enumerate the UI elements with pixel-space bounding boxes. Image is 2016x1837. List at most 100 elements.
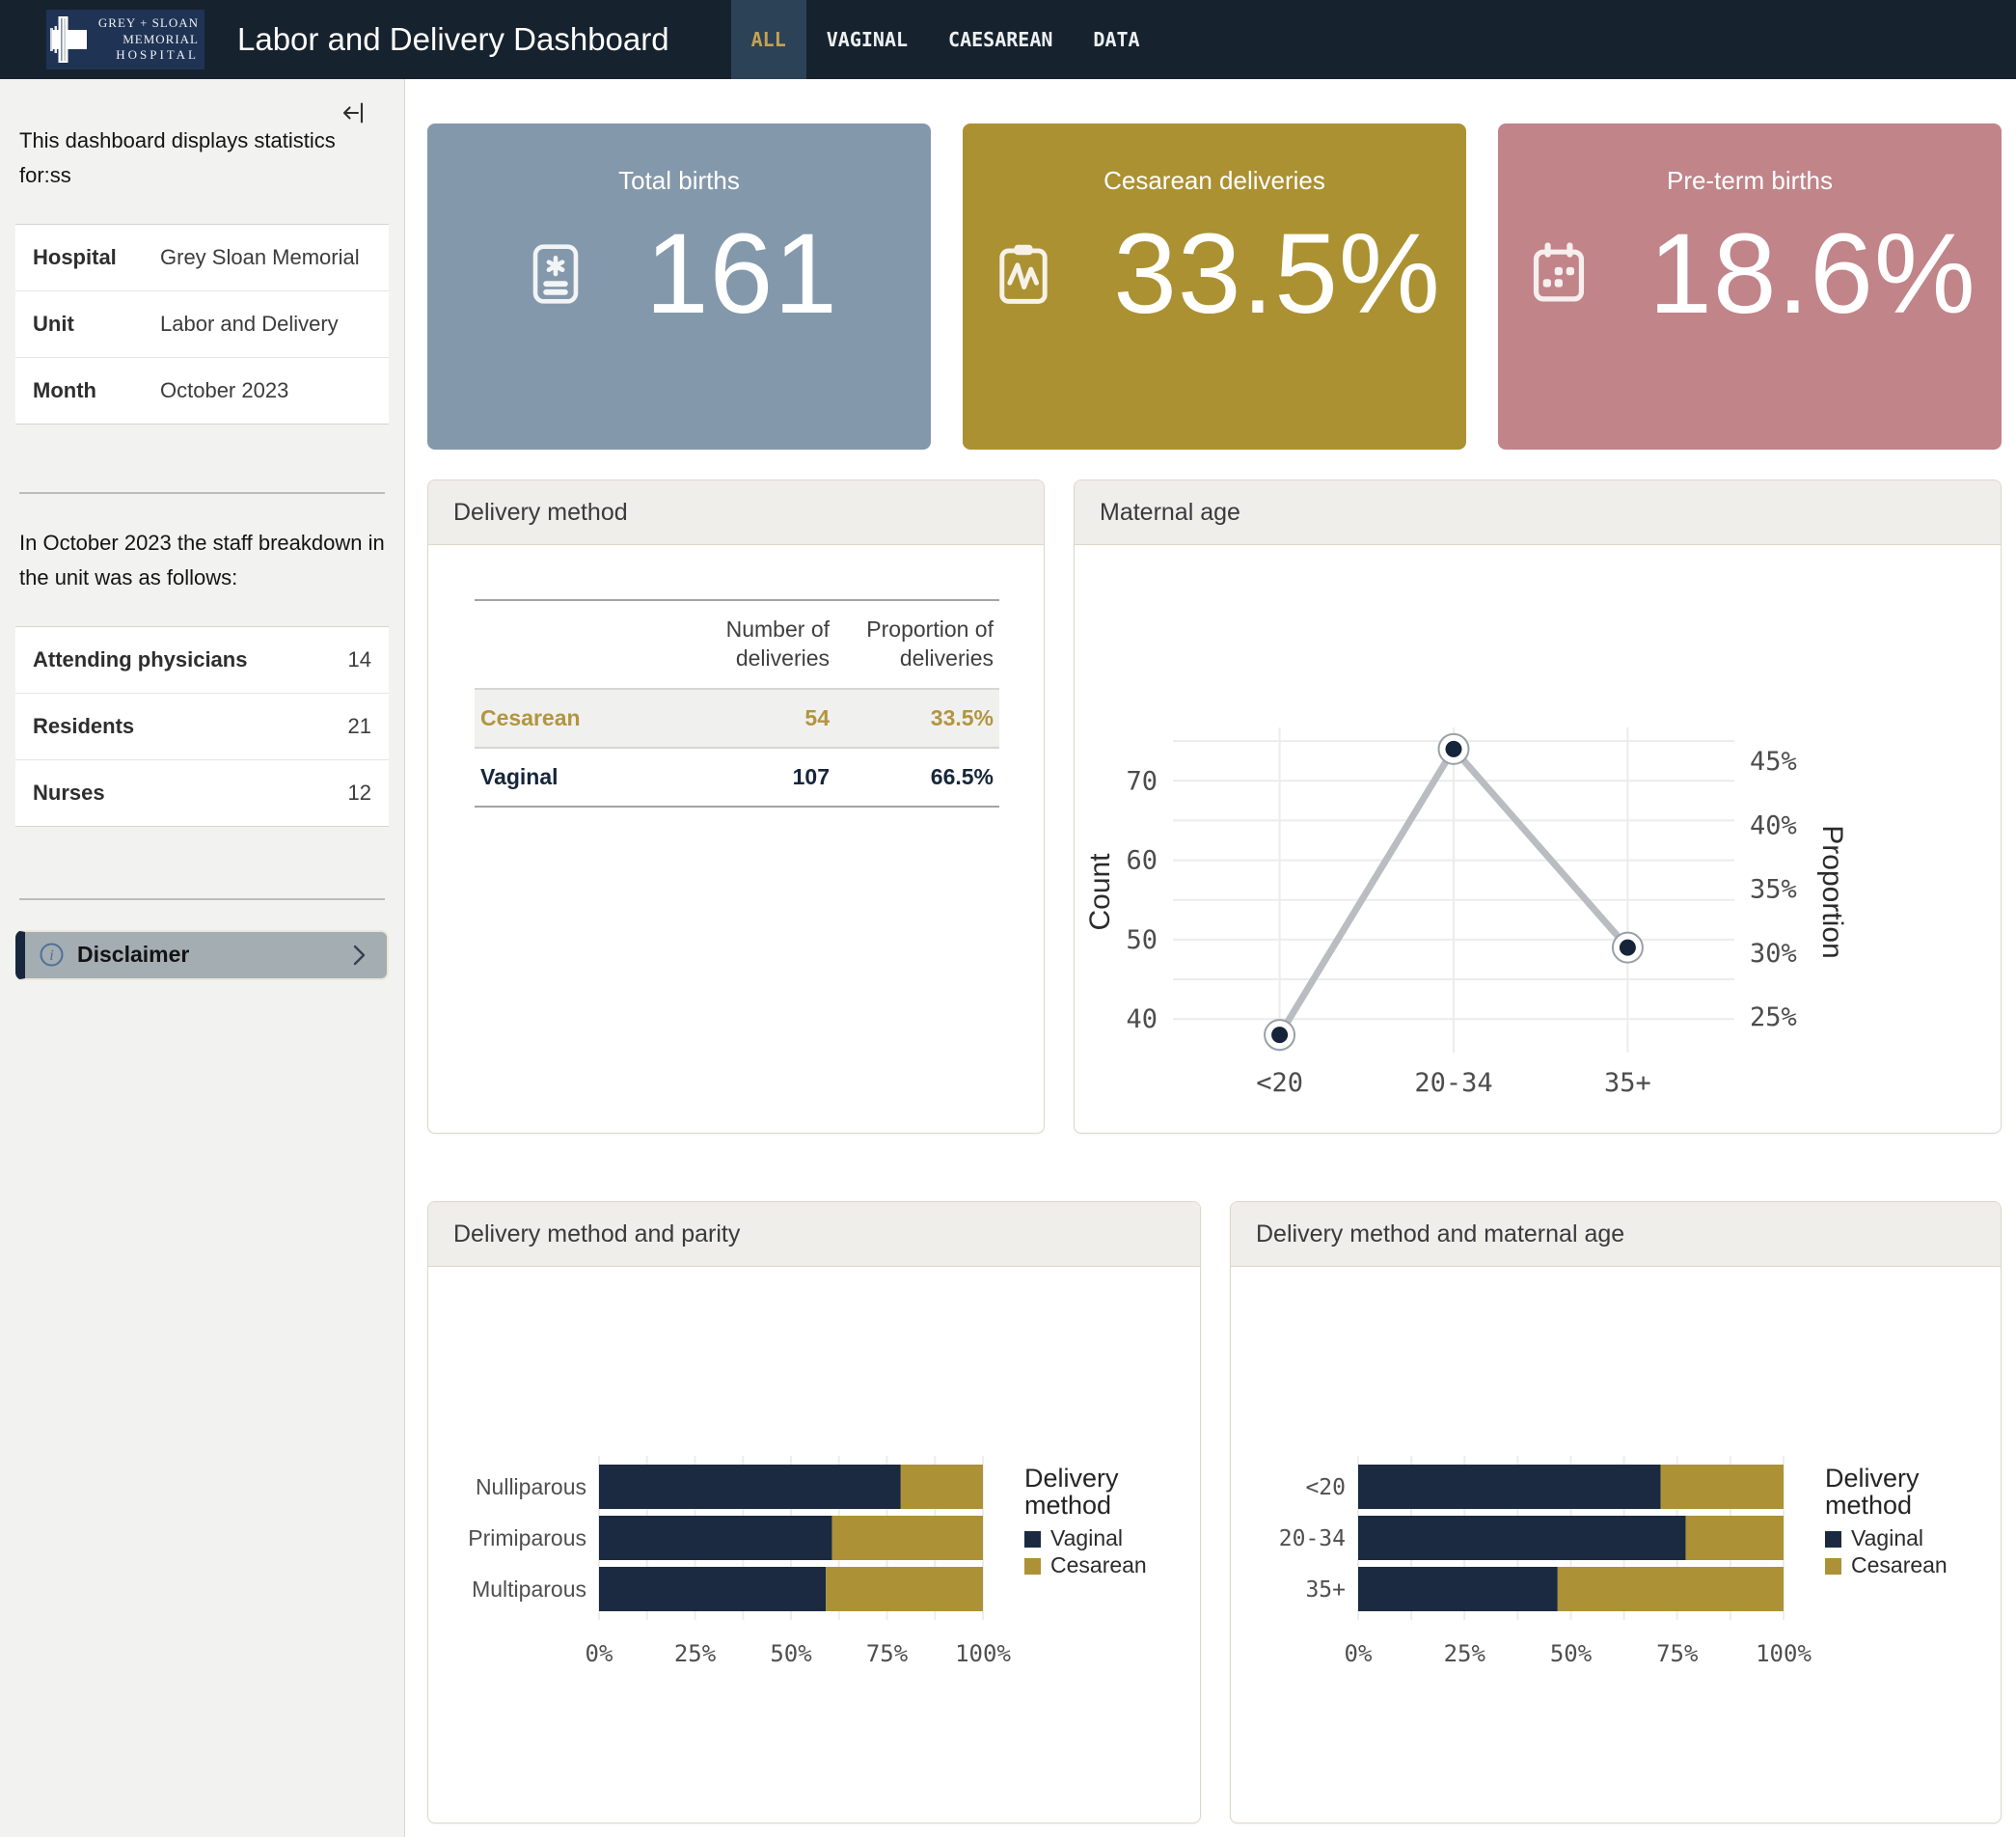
table-row: Unit Labor and Delivery: [15, 291, 389, 358]
parity-stacked-bar-chart: Nulliparous Primiparous Multiparous 0% 25% 50…: [428, 1267, 1200, 1823]
staff-label: Nurses: [33, 781, 105, 806]
svg-text:Proportion: Proportion: [1816, 825, 1848, 958]
staff-count: 14: [348, 647, 371, 672]
svg-text:Delivery: Delivery: [1825, 1464, 1920, 1493]
info-label: Hospital: [33, 245, 160, 270]
delivery-maternal-age-card: Delivery method and maternal age <2020-3…: [1230, 1201, 2002, 1823]
svg-text:40%: 40%: [1750, 810, 1797, 840]
table-row: Cesarean 54 33.5%: [475, 689, 999, 748]
sidebar: This dashboard displays statistics for:s…: [0, 79, 405, 1837]
info-value: Labor and Delivery: [160, 312, 339, 337]
svg-text:60: 60: [1126, 846, 1158, 876]
page-title: Labor and Delivery Dashboard: [237, 21, 669, 58]
info-value: October 2023: [160, 378, 288, 403]
svg-text:Primiparous: Primiparous: [468, 1525, 586, 1550]
divider: [19, 492, 385, 494]
cards-row-middle: Delivery method Number of deliveries Pro…: [427, 480, 2002, 1134]
info-label: Unit: [33, 312, 160, 337]
value-box-title: Total births: [427, 123, 931, 196]
svg-text:Vaginal: Vaginal: [1851, 1525, 1923, 1550]
svg-text:45%: 45%: [1750, 747, 1797, 777]
info-value: Grey Sloan Memorial: [160, 245, 360, 270]
svg-text:75%: 75%: [1656, 1640, 1699, 1667]
column-header-spacer: [475, 600, 673, 689]
calendar-week-icon: [1523, 238, 1594, 310]
staff-count: 12: [348, 781, 371, 806]
staff-label: Attending physicians: [33, 647, 247, 672]
clipboard-pulse-icon: [988, 238, 1059, 310]
staff-table: Attending physicians 14 Residents 21 Nur…: [15, 626, 389, 827]
info-circle-icon: i: [39, 942, 65, 968]
svg-text:20-34: 20-34: [1279, 1526, 1346, 1551]
card-title: Delivery method and parity: [428, 1202, 1200, 1267]
svg-text:30%: 30%: [1750, 939, 1797, 969]
value-box-title: Pre-term births: [1498, 123, 2002, 196]
svg-text:100%: 100%: [955, 1640, 1011, 1667]
cell-number: 107: [673, 748, 835, 807]
info-label: Month: [33, 378, 160, 403]
table-row: Vaginal 107 66.5%: [475, 748, 999, 807]
card-title: Maternal age: [1075, 480, 2001, 545]
maternal-age-card: Maternal age 4050607025%30%35%40%45%<202…: [1074, 480, 2002, 1134]
table-row: Hospital Grey Sloan Memorial: [15, 225, 389, 291]
cards-row-bottom: Delivery method and parity Nulliparous Pr…: [427, 1201, 2002, 1823]
staff-intro-text: In October 2023 the staff breakdown in t…: [19, 526, 385, 594]
svg-text:70: 70: [1126, 766, 1158, 796]
svg-text:100%: 100%: [1756, 1640, 1812, 1667]
value-box-cesarean-deliveries: Cesarean deliveries 33.5%: [963, 123, 1466, 450]
svg-text:25%: 25%: [1750, 1002, 1797, 1032]
sidebar-collapse-icon[interactable]: [341, 100, 366, 125]
svg-text:25%: 25%: [674, 1640, 717, 1667]
svg-text:35+: 35+: [1604, 1068, 1651, 1098]
row-label: Vaginal: [475, 748, 673, 807]
hospital-logo-text: GREY + SLOAN MEMORIAL HOSPITAL: [89, 15, 199, 65]
svg-text:35+: 35+: [1305, 1577, 1346, 1603]
svg-text:Cesarean: Cesarean: [1851, 1552, 1948, 1577]
svg-text:Nulliparous: Nulliparous: [476, 1474, 586, 1499]
dashboard-info-table: Hospital Grey Sloan Memorial Unit Labor …: [15, 224, 389, 425]
column-header: Number of deliveries: [673, 600, 835, 689]
svg-text:method: method: [1825, 1491, 1912, 1520]
svg-text:35%: 35%: [1750, 875, 1797, 905]
nav-tabs: ALL VAGINAL CAESAREAN DATA: [731, 0, 1160, 79]
hospital-logo: GREY + SLOAN MEMORIAL HOSPITAL: [46, 10, 204, 69]
value-box-value: 33.5%: [1113, 217, 1441, 331]
svg-text:40: 40: [1126, 1004, 1158, 1034]
disclaimer-button[interactable]: i Disclaimer: [15, 930, 389, 980]
svg-text:0%: 0%: [1345, 1640, 1373, 1667]
delivery-parity-card: Delivery method and parity Nulliparous Pr…: [427, 1201, 1201, 1823]
svg-text:50%: 50%: [770, 1640, 812, 1667]
table-row: Residents 21: [15, 694, 389, 760]
disclaimer-label: Disclaimer: [77, 942, 189, 968]
cell-number: 54: [673, 689, 835, 748]
column-header: Proportion of deliveries: [835, 600, 999, 689]
table-row: Nurses 12: [15, 760, 389, 826]
value-box-row: Total births 161 Cesarean deliveries: [427, 123, 2002, 450]
cell-proportion: 33.5%: [835, 689, 999, 748]
delivery-method-table: Number of deliveries Proportion of deliv…: [475, 599, 999, 808]
card-title: Delivery method and maternal age: [1231, 1202, 2001, 1267]
tab-data[interactable]: DATA: [1073, 0, 1159, 79]
main-content: Total births 161 Cesarean deliveries: [405, 79, 2016, 1837]
tab-all[interactable]: ALL: [731, 0, 806, 79]
svg-text:Multiparous: Multiparous: [472, 1577, 586, 1602]
maternal-age-line-chart: 4050607025%30%35%40%45%<2020-3435+CountP…: [1075, 545, 2001, 1134]
value-box-value: 18.6%: [1648, 217, 1976, 331]
table-row: Month October 2023: [15, 358, 389, 424]
svg-text:50: 50: [1126, 925, 1158, 955]
cell-proportion: 66.5%: [835, 748, 999, 807]
tab-caesarean[interactable]: CAESAREAN: [928, 0, 1073, 79]
tab-vaginal[interactable]: VAGINAL: [806, 0, 928, 79]
file-medical-icon: [520, 238, 591, 310]
svg-text:75%: 75%: [866, 1640, 909, 1667]
svg-text:Delivery: Delivery: [1024, 1464, 1119, 1493]
table-row: Attending physicians 14: [15, 627, 389, 694]
chevron-right-icon: [348, 943, 369, 968]
svg-text:50%: 50%: [1550, 1640, 1593, 1667]
staff-count: 21: [348, 714, 371, 739]
svg-text:Vaginal: Vaginal: [1050, 1525, 1123, 1550]
delivery-method-card: Delivery method Number of deliveries Pro…: [427, 480, 1045, 1134]
svg-text:0%: 0%: [586, 1640, 613, 1667]
card-title: Delivery method: [428, 480, 1044, 545]
svg-text:Cesarean: Cesarean: [1050, 1552, 1147, 1577]
